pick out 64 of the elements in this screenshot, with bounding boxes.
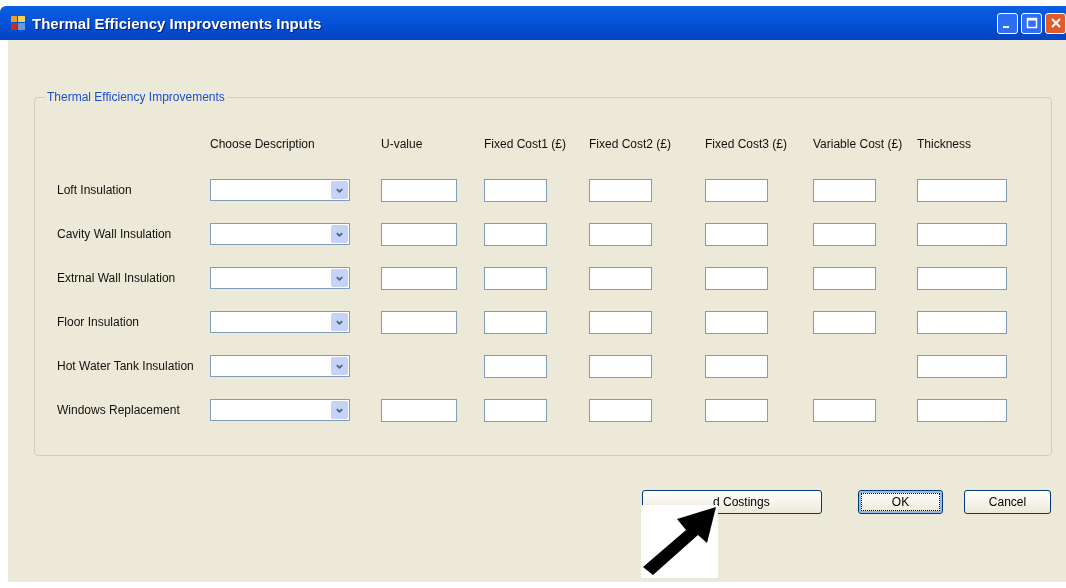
row-label: Windows Replacement <box>57 403 181 417</box>
maximize-button[interactable] <box>1021 12 1042 34</box>
row-label: Hot Water Tank Insulation <box>57 359 195 373</box>
minimize-icon <box>1003 25 1009 28</box>
input-field[interactable] <box>484 222 547 246</box>
input-field[interactable] <box>381 398 457 422</box>
input-field[interactable] <box>484 266 547 290</box>
input-field[interactable] <box>813 178 876 202</box>
column-header: Thickness <box>917 137 973 151</box>
input-field[interactable] <box>705 178 768 202</box>
input-field[interactable] <box>813 310 876 334</box>
column-header: Choose Description <box>210 137 316 151</box>
input-field[interactable] <box>917 178 1007 202</box>
dropdown-field[interactable] <box>210 267 350 289</box>
input-field[interactable] <box>484 178 547 202</box>
input-field[interactable] <box>484 310 547 334</box>
input-field[interactable] <box>917 266 1007 290</box>
input-field[interactable] <box>484 398 547 422</box>
row-label: Extrnal Wall Insulation <box>57 271 177 285</box>
row-label: Cavity Wall Insulation <box>57 227 173 241</box>
window-title: Thermal Efficiency Improvements Inputs <box>32 14 322 32</box>
input-field[interactable] <box>705 222 768 246</box>
input-field[interactable] <box>705 354 768 378</box>
row-label: Loft Insulation <box>57 183 133 197</box>
dropdown-field[interactable] <box>210 223 350 245</box>
app-icon <box>10 15 26 31</box>
dropdown-field[interactable] <box>210 311 350 333</box>
dropdown-field[interactable] <box>210 399 350 421</box>
column-header: Fixed Cost1 (£) <box>484 137 568 151</box>
input-field[interactable] <box>917 222 1007 246</box>
input-field[interactable] <box>484 354 547 378</box>
input-field[interactable] <box>705 398 768 422</box>
input-field[interactable] <box>917 398 1007 422</box>
close-button[interactable] <box>1045 12 1066 34</box>
input-field[interactable] <box>589 266 652 290</box>
column-header: U-value <box>381 137 424 151</box>
column-header: Fixed Cost3 (£) <box>705 137 789 151</box>
dropdown-field[interactable] <box>210 355 350 377</box>
input-field[interactable] <box>589 310 652 334</box>
input-field[interactable] <box>589 178 652 202</box>
maximize-icon <box>1025 17 1038 29</box>
input-field[interactable] <box>589 222 652 246</box>
close-icon <box>1049 17 1062 29</box>
input-field[interactable] <box>917 310 1007 334</box>
input-field[interactable] <box>381 310 457 334</box>
cancel-button[interactable]: Cancel <box>964 490 1051 514</box>
input-field[interactable] <box>589 398 652 422</box>
ok-button[interactable]: OK <box>858 490 943 514</box>
input-field[interactable] <box>381 222 457 246</box>
column-header: Fixed Cost2 (£) <box>589 137 673 151</box>
input-field[interactable] <box>381 266 457 290</box>
column-header: Variable Cost (£) <box>813 137 904 151</box>
minimize-button[interactable] <box>997 12 1018 34</box>
input-field[interactable] <box>813 398 876 422</box>
group-title: Thermal Efficiency Improvements <box>46 90 226 104</box>
dropdown-field[interactable] <box>210 179 350 201</box>
input-field[interactable] <box>705 266 768 290</box>
row-label: Floor Insulation <box>57 315 141 329</box>
input-field[interactable] <box>813 266 876 290</box>
input-field[interactable] <box>381 178 457 202</box>
input-field[interactable] <box>813 222 876 246</box>
input-field[interactable] <box>917 354 1007 378</box>
input-field[interactable] <box>589 354 652 378</box>
input-field[interactable] <box>705 310 768 334</box>
